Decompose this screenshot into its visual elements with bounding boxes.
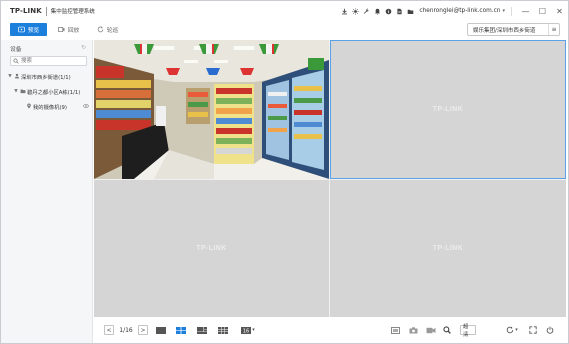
tp-link-logo: TP-LINK	[10, 7, 42, 15]
device-sidebar: 设备 ↻ ▼ 深圳市西乡街道(1/1) ▼ 碧丹之都小区A栋(1/	[1, 40, 93, 343]
tab-preview[interactable]: 预览	[10, 23, 47, 36]
sidebar-title: 设备	[10, 46, 22, 53]
split-count: 16	[243, 328, 249, 333]
tab-playback-label: 回放	[67, 28, 80, 34]
layout-4-icon[interactable]	[176, 325, 186, 335]
app-window: TP-LINK 集中监控管理系统 chenronglei@tp-link.com…	[0, 0, 569, 344]
layout-9-icon[interactable]	[218, 325, 228, 335]
layout-6-icon[interactable]	[197, 325, 207, 335]
tree-node-camera[interactable]: 我的摄像机(9)	[1, 99, 92, 114]
info-icon[interactable]	[383, 1, 394, 21]
preview-icon	[17, 26, 25, 33]
title-bar-actions: chenronglei@tp-link.com.cn ▾ — ☐ ✕	[339, 1, 568, 21]
title-divider	[511, 6, 512, 16]
sidebar-header: 设备 ↻	[1, 40, 92, 56]
title-bar: TP-LINK 集中监控管理系统 chenronglei@tp-link.com…	[1, 1, 568, 21]
page-indicator: 1/16	[119, 326, 133, 334]
playback-icon	[57, 27, 65, 32]
pane-watermark: TP-LINK	[432, 245, 464, 252]
video-pane-3[interactable]: TP-LINK	[94, 180, 329, 317]
location-pin-icon	[25, 102, 33, 111]
app-title: 集中监控管理系统	[50, 9, 95, 15]
chevron-down-icon: ▾	[252, 327, 255, 333]
rotate-view-icon[interactable]: ▾	[504, 325, 520, 335]
tree-label: 我的摄像机(9)	[33, 104, 67, 111]
folder-icon[interactable]	[405, 1, 416, 21]
user-account[interactable]: chenronglei@tp-link.com.cn	[419, 8, 500, 14]
tab-playback[interactable]: 回放	[52, 23, 85, 36]
prev-page-button[interactable]: <	[104, 325, 114, 335]
logo-divider	[45, 6, 47, 16]
split-select[interactable]: 16 ▾	[239, 325, 257, 335]
tree-label: 碧丹之都小区A栋(1/1)	[27, 89, 81, 96]
record-icon[interactable]	[425, 325, 437, 335]
snapshot-icon[interactable]	[408, 325, 418, 335]
search-input[interactable]	[21, 57, 81, 65]
store-camera-feed	[94, 40, 329, 179]
power-icon[interactable]	[545, 325, 555, 335]
close-button[interactable]: ✕	[551, 1, 568, 21]
tree-node-district[interactable]: ▼ 深圳市西乡街道(1/1)	[1, 69, 92, 84]
video-pane-4[interactable]: TP-LINK	[330, 180, 566, 317]
maximize-button[interactable]: ☐	[534, 1, 551, 21]
zoom-icon[interactable]	[442, 325, 452, 335]
video-grid: TP-LINK TP-LINK TP-LINK	[94, 40, 566, 317]
tab-preview-label: 预览	[27, 28, 40, 34]
fullscreen-icon[interactable]	[528, 325, 538, 335]
search-icon	[11, 58, 21, 64]
chevron-down-icon: ▾	[515, 327, 518, 333]
quality-select[interactable]: 超清	[460, 324, 476, 338]
folder-icon	[19, 88, 27, 96]
tree-node-building[interactable]: ▼ 碧丹之都小区A栋(1/1)	[1, 84, 92, 99]
pane-view-icon[interactable]	[390, 325, 400, 335]
eye-icon[interactable]	[82, 103, 90, 111]
wrench-icon[interactable]	[361, 1, 372, 21]
menu-icon[interactable]: ≡	[548, 24, 559, 35]
org-icon	[13, 73, 21, 81]
layout-16-icon: 16	[241, 326, 252, 334]
device-tree: ▼ 深圳市西乡街道(1/1) ▼ 碧丹之都小区A栋(1/1) 我的摄像机(9)	[1, 69, 92, 114]
patrol-icon	[97, 26, 103, 33]
tab-patrol[interactable]: 轮巡	[91, 23, 124, 36]
user-menu-chevron-icon[interactable]: ▾	[502, 8, 505, 14]
tabs-row: 预览 回放 轮巡 娱乐集团/深圳市西乡街道 ≡	[1, 21, 568, 40]
layout-1-icon[interactable]	[156, 325, 166, 335]
tree-label: 深圳市西乡街道(1/1)	[21, 74, 71, 81]
pane-watermark: TP-LINK	[432, 106, 464, 113]
location-selector[interactable]: 娱乐集团/深圳市西乡街道 ≡	[467, 23, 560, 36]
next-page-button[interactable]: >	[138, 325, 148, 335]
minimize-button[interactable]: —	[517, 1, 534, 21]
bottom-toolbar: < 1/16 > 16 ▾ 超清 ▾	[94, 317, 568, 343]
device-search	[10, 56, 87, 66]
pane-watermark: TP-LINK	[196, 245, 227, 252]
download-icon[interactable]	[339, 1, 350, 21]
video-pane-1[interactable]	[94, 40, 329, 179]
location-label: 娱乐集团/深圳市西乡街道	[473, 27, 536, 34]
tab-patrol-label: 轮巡	[106, 28, 119, 34]
sun-icon[interactable]	[350, 1, 361, 21]
refresh-icon[interactable]: ↻	[81, 44, 86, 51]
video-pane-2[interactable]: TP-LINK	[330, 40, 566, 179]
bell-icon[interactable]	[372, 1, 383, 21]
file-icon[interactable]	[394, 1, 405, 21]
